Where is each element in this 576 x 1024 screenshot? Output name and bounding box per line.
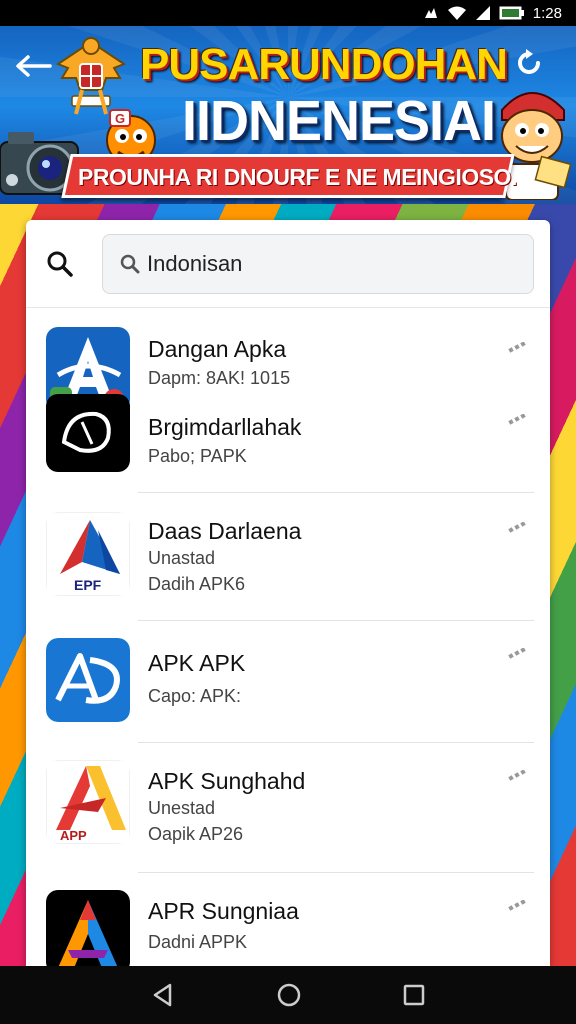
- svg-text:G: G: [115, 111, 125, 126]
- status-bar: 1:28: [0, 0, 576, 26]
- list-divider: [138, 620, 534, 621]
- signal-icon: [475, 6, 490, 20]
- banner-title-line-1: PUSARUNDOHAN: [140, 40, 508, 89]
- app-icon-label: EPF: [74, 577, 102, 593]
- search-field[interactable]: [102, 234, 534, 294]
- overflow-menu-icon[interactable]: [508, 900, 528, 914]
- overflow-menu-icon[interactable]: [508, 414, 528, 428]
- app-icon-daas-darlaena: EPF: [46, 512, 130, 596]
- app-icon-apk-sunghahd: APP: [46, 760, 130, 844]
- app-name: APK APK: [148, 650, 246, 676]
- notification-icon: [424, 8, 437, 18]
- app-icon-apr-sungniaa: [46, 890, 130, 966]
- app-name: Daas Darlaena: [148, 518, 302, 544]
- list-divider: [138, 872, 534, 873]
- overflow-menu-icon[interactable]: [508, 342, 528, 356]
- search-icon[interactable]: [46, 250, 74, 278]
- app-name: APR Sungniaa: [148, 898, 299, 924]
- app-icon-brgimdarllahak: [46, 394, 130, 472]
- nav-home-icon[interactable]: [276, 982, 302, 1008]
- search-field-icon: [120, 254, 140, 274]
- battery-icon: [499, 6, 524, 20]
- navigation-bar: [0, 966, 576, 1024]
- banner-ribbon-text: PROUNHA RI DNOURF E NE MEINGIOSO.: [78, 164, 517, 190]
- list-divider: [138, 492, 534, 493]
- search-input[interactable]: [147, 251, 527, 277]
- list-item-apk-sunghahd[interactable]: APP APK Sunghahd Unestad Oapik AP26: [26, 752, 550, 872]
- search-row: [26, 220, 550, 308]
- wifi-icon: [447, 6, 466, 20]
- app-icon-apk-apk: [46, 638, 130, 722]
- app-name: Brgimdarllahak: [148, 414, 302, 440]
- nav-back-icon[interactable]: [150, 982, 176, 1008]
- app-subtitle: Unestad: [148, 798, 216, 818]
- refresh-icon[interactable]: [514, 48, 544, 78]
- back-arrow-icon[interactable]: [14, 54, 54, 78]
- app-icon-label: APP: [60, 828, 87, 843]
- list-item-apr-sungniaa[interactable]: APR Sungniaa Dadni APPK: [26, 882, 550, 966]
- app-subtitle: Dapm: 8AK! 1015: [148, 368, 291, 388]
- banner-title-line-2: IIDNENESIAI: [182, 89, 496, 153]
- app-subtitle: Unastad: [148, 548, 216, 568]
- app-subtitle-2: Oapik AP26: [148, 824, 244, 844]
- clock: 1:28: [532, 4, 562, 22]
- overflow-menu-icon[interactable]: [508, 522, 528, 536]
- overflow-menu-icon[interactable]: [508, 648, 528, 662]
- overflow-menu-icon[interactable]: [508, 770, 528, 784]
- header-banner: G PUSARUNDOHAN IIDNENESIAI PROUNHA RI DN…: [0, 26, 576, 204]
- list-item-brgimdarllahak[interactable]: Brgimdarllahak Pabo; PAPK: [26, 394, 550, 488]
- app-list-card: Dangan Apka Dapm: 8AK! 1015 Brgimdarllah…: [26, 220, 550, 966]
- app-subtitle: Capo: APK:: [148, 686, 242, 706]
- app-subtitle: Dadni APPK: [148, 932, 248, 952]
- list-item-apk-apk[interactable]: APK APK Capo: APK:: [26, 630, 550, 742]
- nav-recents-icon[interactable]: [402, 983, 426, 1007]
- app-subtitle: Pabo; PAPK: [148, 446, 247, 466]
- app-subtitle-2: Dadih APK6: [148, 574, 246, 594]
- app-name: APK Sunghahd: [148, 768, 306, 794]
- list-divider: [138, 742, 534, 743]
- app-name: Dangan Apka: [148, 336, 287, 362]
- list-item-daas-darlaena[interactable]: EPF Daas Darlaena Unastad Dadih APK6: [26, 502, 550, 622]
